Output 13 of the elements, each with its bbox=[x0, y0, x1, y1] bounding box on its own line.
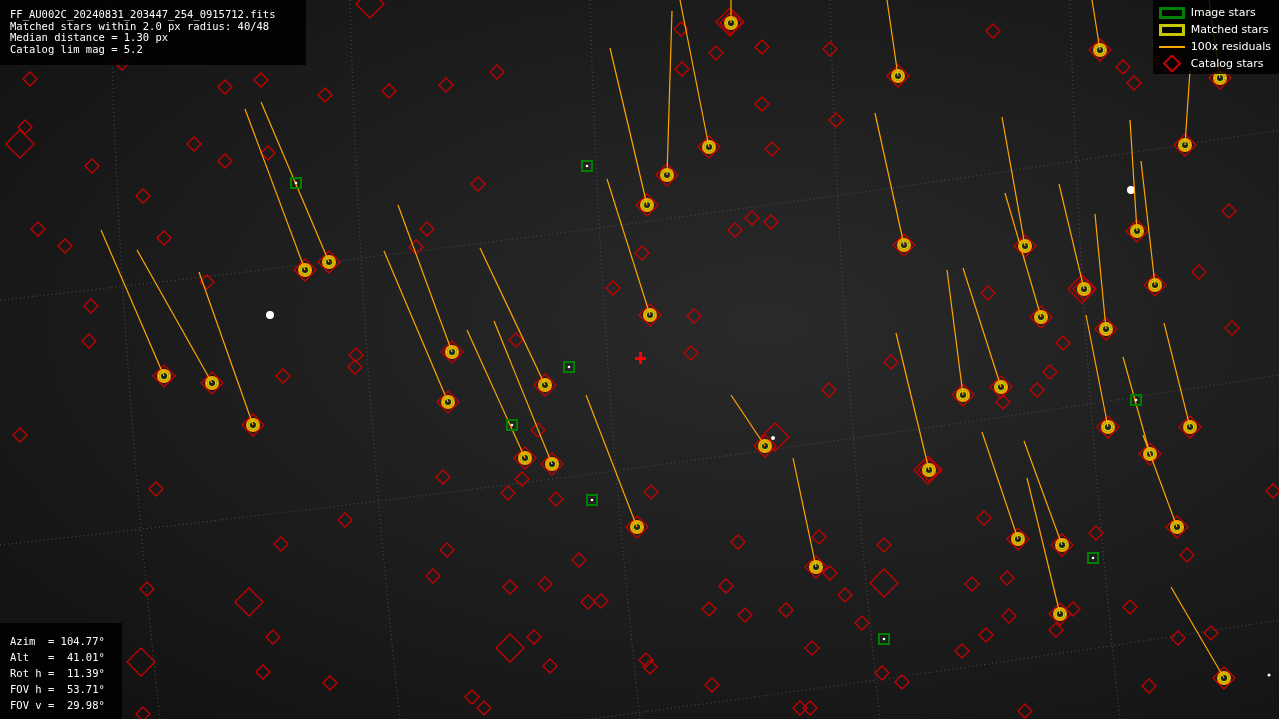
info-text: FF_AU002C_20240831_203447_254_0915712.fits bbox=[10, 9, 277, 21]
legend-label: Matched stars bbox=[1190, 23, 1269, 36]
pointing-text: FOV v = 29.98° bbox=[10, 698, 106, 713]
pointing-text: Alt = 41.01° bbox=[10, 650, 106, 665]
info-text: Catalog lim mag = 5.2 bbox=[10, 43, 144, 55]
legend-label: 100x residuals bbox=[1190, 40, 1271, 53]
info-text: Matched stars within 2.0 px radius: 40/48 bbox=[10, 20, 270, 32]
legend-label: Catalog stars bbox=[1190, 57, 1264, 70]
legend-label: Image stars bbox=[1190, 6, 1256, 19]
pointing-text: FOV h = 53.71° bbox=[10, 682, 106, 697]
pointing-text: Azim = 104.77° bbox=[10, 634, 106, 649]
info-text: Median distance = 1.30 px bbox=[10, 32, 169, 44]
pointing-text: Rot h = 11.39° bbox=[10, 666, 106, 681]
